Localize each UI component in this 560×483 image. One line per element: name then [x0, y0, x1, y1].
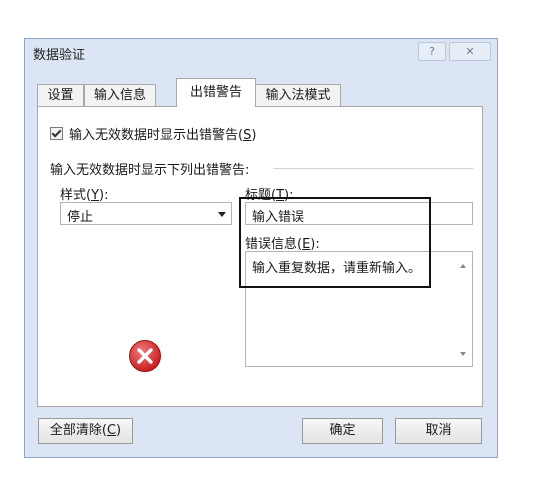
style-select-value: 停止 — [67, 210, 94, 225]
chevron-down-icon[interactable] — [213, 203, 231, 224]
close-button[interactable]: ✕ — [449, 42, 491, 61]
style-label: 样式(Y): — [60, 188, 109, 203]
error-message-textarea[interactable]: 输入重复数据，请重新输入。 — [245, 251, 473, 367]
tab-label: 输入法模式 — [265, 88, 331, 103]
section-divider — [273, 168, 473, 169]
ok-button[interactable]: 确定 — [302, 418, 383, 444]
tab-settings[interactable]: 设置 — [37, 84, 84, 106]
scroll-down-icon[interactable] — [460, 352, 466, 356]
show-alert-label: 输入无效数据时显示出错警告(S) — [69, 127, 257, 143]
clear-all-button[interactable]: 全部清除(C) — [38, 418, 133, 444]
section-label: 输入无效数据时显示下列出错警告: — [50, 163, 250, 178]
title-bar: 数据验证 ? ✕ — [25, 39, 497, 65]
title-input[interactable]: 输入错误 — [245, 202, 473, 225]
show-alert-checkbox-row[interactable]: 输入无效数据时显示出错警告(S) — [50, 124, 257, 143]
tab-error-alert[interactable]: 出错警告 — [176, 78, 256, 107]
tab-ime-mode[interactable]: 输入法模式 — [255, 84, 341, 106]
data-validation-dialog: 数据验证 ? ✕ 设置 输入信息 出错警告 输入法模式 输入无效数据时显示出错警… — [24, 38, 498, 458]
dialog-title: 数据验证 — [33, 48, 86, 63]
help-button[interactable]: ? — [418, 42, 446, 61]
error-message-label: 错误信息(E): — [245, 237, 320, 252]
show-alert-checkbox[interactable] — [50, 126, 63, 140]
cancel-button[interactable]: 取消 — [395, 418, 482, 444]
tab-label: 输入信息 — [93, 88, 146, 103]
stop-icon — [129, 340, 161, 372]
tab-label: 出错警告 — [189, 85, 242, 100]
tab-input-message[interactable]: 输入信息 — [84, 84, 156, 106]
scroll-up-icon[interactable] — [460, 264, 466, 268]
style-select[interactable]: 停止 — [60, 202, 232, 225]
error-message-text: 输入重复数据，请重新输入。 — [252, 261, 422, 276]
title-label: 标题(T): — [245, 188, 294, 203]
error-alert-panel: 输入无效数据时显示出错警告(S) 输入无效数据时显示下列出错警告: 样式(Y):… — [37, 106, 483, 407]
tab-label: 设置 — [47, 88, 74, 103]
